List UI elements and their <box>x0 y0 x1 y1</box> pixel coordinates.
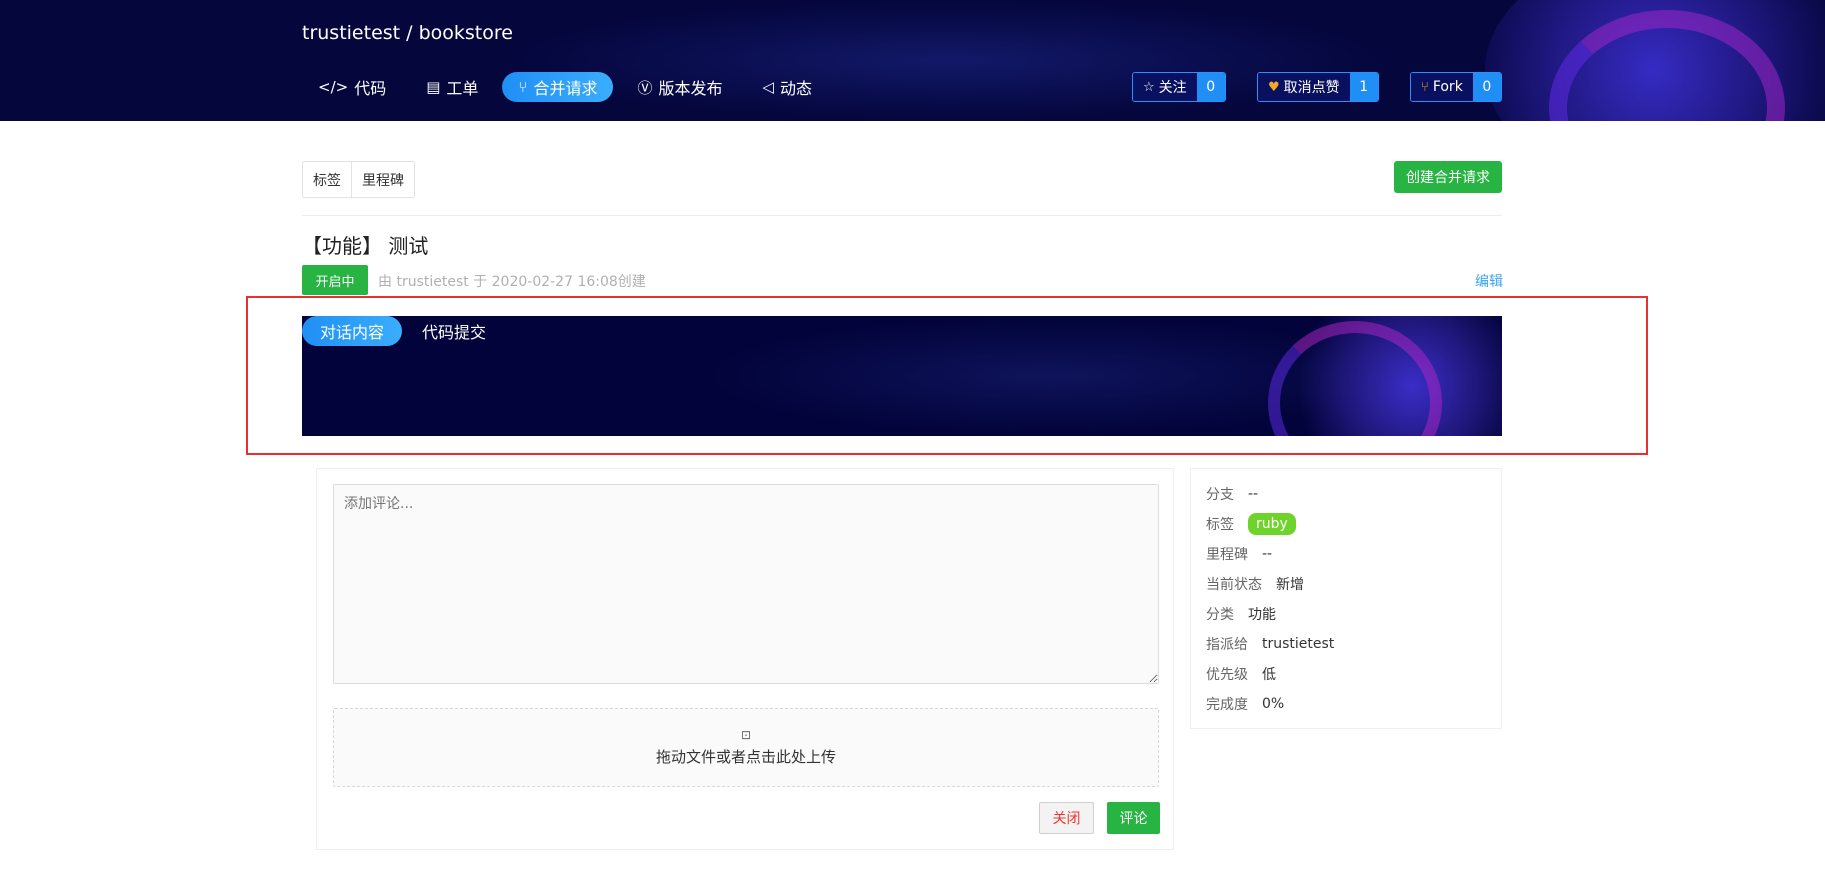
detail-priority: 优先级 低 <box>1206 659 1486 689</box>
divider <box>302 215 1502 216</box>
detail-label: 分类 <box>1206 607 1234 623</box>
like-label: ♥ 取消点赞 <box>1258 73 1350 101</box>
upload-text: 拖动文件或者点击此处上传 <box>655 748 836 766</box>
detail-value: 新增 <box>1276 577 1304 593</box>
subtab-tags[interactable]: 标签 <box>303 162 352 197</box>
detail-value: 低 <box>1262 667 1276 683</box>
detail-label: 标签 <box>1206 517 1234 533</box>
detail-label: 当前状态 <box>1206 577 1262 593</box>
like-count: 1 <box>1349 73 1378 101</box>
close-button[interactable]: 关闭 <box>1039 802 1094 834</box>
nav-label: 合并请求 <box>533 79 598 98</box>
detail-value: -- <box>1262 546 1273 562</box>
nav-item-pull-requests[interactable]: ⑂ 合并请求 <box>502 72 614 102</box>
detail-label: 完成度 <box>1206 697 1248 713</box>
issue-meta: 由 trustietest 于 2020-02-27 16:08创建 <box>378 274 646 290</box>
merge-icon: ⑂ <box>518 78 528 96</box>
speaker-icon: ◁ <box>762 78 775 96</box>
tab-conversation[interactable]: 对话内容 <box>302 316 403 346</box>
nav-label: 动态 <box>780 79 813 98</box>
nav-label: 代码 <box>354 79 387 98</box>
detail-category: 分类 功能 <box>1206 599 1486 629</box>
detail-status: 当前状态 新增 <box>1206 569 1486 599</box>
fork-icon: ⑂ <box>1421 79 1429 95</box>
nav-label: 版本发布 <box>658 79 723 98</box>
nav-label: 工单 <box>446 79 479 98</box>
nav-item-activity[interactable]: ◁ 动态 <box>746 72 828 102</box>
fork-label: ⑂ Fork <box>1411 73 1473 101</box>
detail-label: 里程碑 <box>1206 547 1248 563</box>
edit-link[interactable]: 编辑 <box>1475 271 1503 291</box>
watch-button[interactable]: ☆ 关注 0 <box>1132 72 1226 102</box>
detail-value: -- <box>1248 486 1259 502</box>
status-badge: 开启中 <box>302 265 368 295</box>
detail-value: trustietest <box>1262 636 1335 652</box>
sub-tabs: 标签 里程碑 <box>302 161 415 198</box>
detail-progress: 完成度 0% <box>1206 689 1486 719</box>
version-icon: Ⓥ <box>637 78 653 97</box>
watch-count: 0 <box>1196 73 1225 101</box>
detail-branch: 分支 -- <box>1206 479 1486 509</box>
tag-badge[interactable]: ruby <box>1248 513 1296 535</box>
detail-tag: 标签 ruby <box>1206 509 1486 539</box>
issue-details-sidebar: 分支 -- 标签 ruby 里程碑 -- 当前状态 新增 分类 功能 指派给 t… <box>1190 468 1502 729</box>
star-icon: ☆ <box>1143 79 1155 95</box>
nav-item-code[interactable]: </> 代码 <box>302 72 402 102</box>
nav-item-issues[interactable]: ▤ 工单 <box>410 72 494 102</box>
like-button[interactable]: ♥ 取消点赞 1 <box>1257 72 1379 102</box>
repo-nav: </> 代码 ▤ 工单 ⑂ 合并请求 Ⓥ 版本发布 ◁ 动态 <box>302 72 836 102</box>
fork-text: Fork <box>1432 79 1463 95</box>
create-pull-request-button[interactable]: 创建合并请求 <box>1394 161 1502 193</box>
detail-label: 指派给 <box>1206 637 1248 653</box>
detail-label: 优先级 <box>1206 667 1248 683</box>
detail-milestone: 里程碑 -- <box>1206 539 1486 569</box>
comment-button[interactable]: 评论 <box>1107 802 1160 834</box>
detail-label: 分支 <box>1206 487 1234 503</box>
comment-input[interactable] <box>333 484 1159 684</box>
repo-header: trustietest / bookstore </> 代码 ▤ 工单 ⑂ 合并… <box>0 0 1825 121</box>
subtab-milestones[interactable]: 里程碑 <box>352 162 414 197</box>
conversation-tab-bar: 对话内容 代码提交 <box>302 316 1502 436</box>
clipboard-icon: ▤ <box>426 78 441 96</box>
detail-assignee: 指派给 trustietest <box>1206 629 1486 659</box>
comment-panel: ⊡ 拖动文件或者点击此处上传 关闭 评论 <box>316 468 1174 850</box>
nav-item-releases[interactable]: Ⓥ 版本发布 <box>621 72 738 102</box>
upload-icon: ⊡ <box>740 728 752 742</box>
detail-value: 功能 <box>1248 607 1276 623</box>
detail-value: 0% <box>1262 696 1285 712</box>
code-icon: </> <box>318 78 349 96</box>
fork-count: 0 <box>1472 73 1501 101</box>
like-text: 取消点赞 <box>1283 80 1340 96</box>
watch-label: ☆ 关注 <box>1133 73 1197 101</box>
heart-icon: ♥ <box>1268 79 1280 95</box>
tab-commits[interactable]: 代码提交 <box>404 316 504 346</box>
header-glow <box>500 0 1400 121</box>
tabbar-glow <box>702 316 1402 436</box>
page-title: 【功能】 测试 <box>302 234 429 258</box>
conversation-tabs: 对话内容 代码提交 <box>302 316 506 346</box>
file-upload-area[interactable]: ⊡ 拖动文件或者点击此处上传 <box>333 708 1159 787</box>
repo-title[interactable]: trustietest / bookstore <box>302 22 513 44</box>
watch-text: 关注 <box>1158 80 1187 96</box>
fork-button[interactable]: ⑂ Fork 0 <box>1410 72 1502 102</box>
